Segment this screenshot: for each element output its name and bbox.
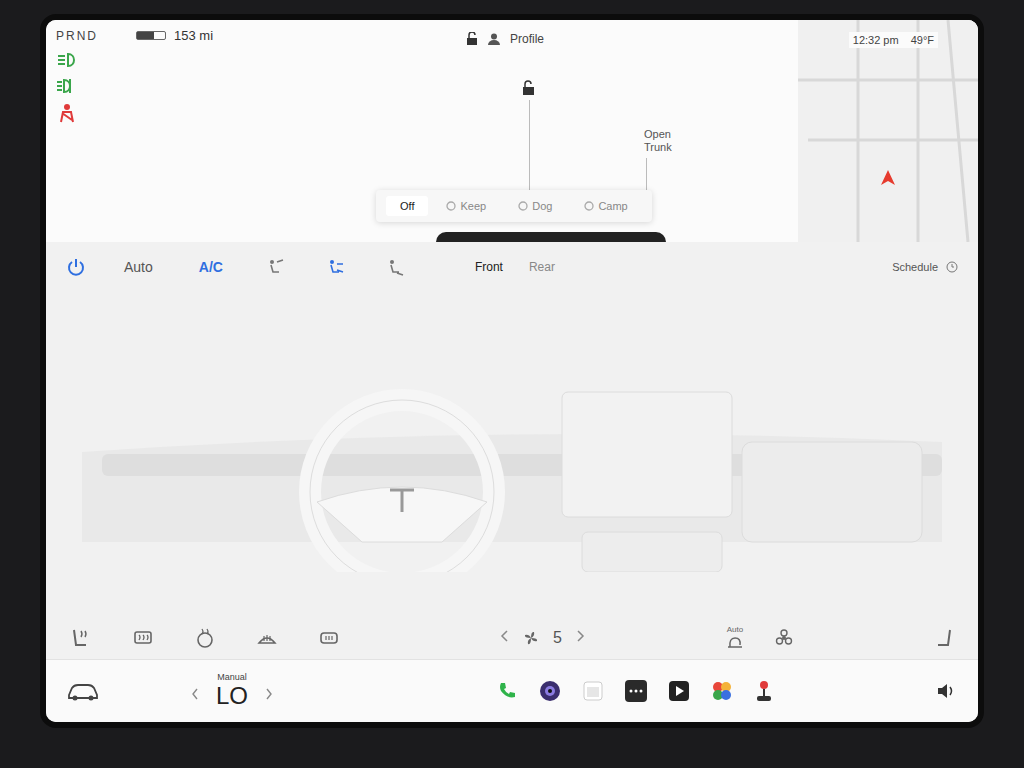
chevron-right-icon[interactable] <box>264 687 274 701</box>
power-icon[interactable] <box>66 257 86 277</box>
calendar-icon[interactable] <box>583 681 603 701</box>
status-column: PRND 153 mi <box>56 28 213 123</box>
chevron-left-icon[interactable] <box>499 629 509 643</box>
car-view: PRND 153 mi Profile 12:32 pm 49°F Open Trunk O… <box>46 20 978 242</box>
seat-controls <box>70 627 340 649</box>
car-icon[interactable] <box>66 681 100 701</box>
battery-fill <box>137 32 154 39</box>
display-bezel: PRND 153 mi Profile 12:32 pm 49°F Open Trunk O… <box>0 0 1024 768</box>
temperature-row: LO <box>190 682 274 710</box>
temperature-mode: Manual <box>217 672 247 682</box>
phone-icon[interactable] <box>497 681 517 701</box>
climate-keeper-label[interactable]: Camp <box>598 200 627 212</box>
outside-temperature: 49°F <box>911 34 934 46</box>
schedule-label[interactable]: Schedule <box>892 261 938 273</box>
fan-speed: 5 <box>553 629 562 647</box>
clock: 12:32 pm <box>853 34 899 46</box>
steering-heater-icon[interactable] <box>194 627 216 649</box>
unlocked-icon <box>466 32 478 46</box>
recirculation-auto-label: Auto <box>727 625 743 634</box>
map <box>798 20 978 242</box>
cabin-render <box>46 292 978 621</box>
fan-increase-button[interactable] <box>576 629 586 647</box>
gear-range: PRND 153 mi <box>56 28 213 43</box>
fan-speed-control: 5 <box>499 629 586 647</box>
dock-left: ManualLO <box>66 672 274 710</box>
arcade-joystick-icon[interactable] <box>755 680 773 702</box>
volume-icon[interactable] <box>936 682 958 700</box>
fog-light-icon <box>56 77 78 95</box>
zone-tab[interactable]: Front <box>471 256 507 278</box>
temperature-decrease-button[interactable] <box>190 687 200 705</box>
air-controls: Auto <box>725 625 793 651</box>
biohazard-icon[interactable] <box>775 629 793 647</box>
time-temp: 12:32 pm 49°F <box>849 32 938 48</box>
passenger-seat-heater-icon[interactable] <box>932 627 954 649</box>
gear-indicator: PRND <box>56 29 98 43</box>
climate-keeper-option[interactable]: Camp <box>570 196 641 216</box>
profile-label[interactable]: Profile <box>510 32 544 46</box>
temperature-increase-button[interactable] <box>264 687 274 705</box>
headlight-icon <box>56 51 78 69</box>
zone-tab[interactable]: Rear <box>525 256 559 278</box>
fan-icon <box>523 630 539 646</box>
climate-keeper-label[interactable]: Off <box>400 200 414 212</box>
auto-button[interactable]: Auto <box>116 255 161 279</box>
car-lock-icon[interactable] <box>522 80 536 96</box>
temperature-value: LO <box>216 682 248 710</box>
trunk-line <box>646 158 647 190</box>
airflow-icon[interactable] <box>267 258 285 276</box>
climate-keeper-option[interactable]: Dog <box>504 196 566 216</box>
climate-keeper-option[interactable]: Keep <box>432 196 500 216</box>
dock-bar: ManualLO <box>46 659 978 722</box>
mode-icon <box>584 201 594 211</box>
climate-panel: Auto A/C Front Rear Schedule 5 Auto <box>46 242 978 659</box>
open-trunk-button[interactable]: Open Trunk <box>644 128 684 153</box>
zone-tabs: Front Rear <box>471 256 559 278</box>
front-defrost-icon[interactable] <box>256 627 278 649</box>
dashboard-illustration <box>62 342 962 572</box>
car-roof <box>436 232 666 242</box>
climate-toolbar: Auto A/C Front Rear Schedule <box>46 242 978 292</box>
schedule-button[interactable]: Schedule <box>892 261 958 273</box>
battery-track <box>136 31 166 40</box>
chevron-right-icon[interactable] <box>576 629 586 643</box>
range: 153 mi <box>174 28 213 43</box>
mode-icon <box>446 201 456 211</box>
climate-keeper-label[interactable]: Keep <box>460 200 486 212</box>
more-apps-icon[interactable] <box>625 680 647 702</box>
climate-keeper-option[interactable]: Off <box>386 196 428 216</box>
seat-heater-icon[interactable] <box>70 627 92 649</box>
profile-button[interactable]: Profile <box>466 32 544 46</box>
rear-defrost-icon[interactable] <box>132 627 154 649</box>
clock-icon <box>946 261 958 273</box>
chevron-left-icon[interactable] <box>190 687 200 701</box>
recirculation-button[interactable]: Auto <box>725 625 745 651</box>
recirculation-icon[interactable] <box>725 635 745 651</box>
fan-decrease-button[interactable] <box>499 629 509 647</box>
seatbelt-icon <box>56 103 78 123</box>
toybox-icon[interactable] <box>711 680 733 702</box>
media-player-icon[interactable] <box>669 681 689 701</box>
app-launcher <box>497 680 773 702</box>
person-icon <box>488 33 500 45</box>
mode-icon <box>518 201 528 211</box>
lock-line <box>529 100 530 190</box>
cabin-temperature-control: ManualLO <box>190 672 274 710</box>
rear-window-defrost-icon[interactable] <box>318 627 340 649</box>
ac-button[interactable]: A/C <box>191 255 231 279</box>
camera-icon[interactable] <box>539 680 561 702</box>
climate-keeper-menu: Off Keep Dog Camp <box>376 190 652 222</box>
airflow-icon[interactable] <box>387 258 405 276</box>
climate-bottom-row: 5 Auto <box>46 621 978 659</box>
airflow-icon[interactable] <box>327 258 345 276</box>
touchscreen: PRND 153 mi Profile 12:32 pm 49°F Open Trunk O… <box>40 14 984 728</box>
climate-keeper-label[interactable]: Dog <box>532 200 552 212</box>
